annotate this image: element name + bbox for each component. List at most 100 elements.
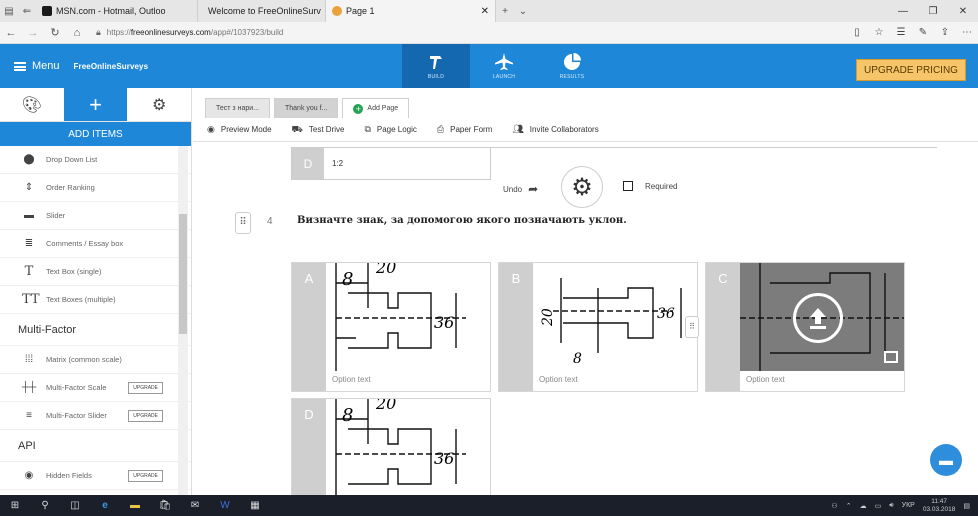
- option-text[interactable]: Option text: [332, 375, 371, 384]
- favorite-star-icon[interactable]: ☆: [868, 27, 890, 38]
- close-tab-icon[interactable]: ✕: [481, 6, 489, 17]
- option-text[interactable]: Option text: [746, 375, 785, 384]
- volume-icon[interactable]: 🔊︎: [889, 502, 893, 510]
- forward-arrow-icon[interactable]: →: [22, 27, 44, 39]
- notifications-icon[interactable]: ▤: [963, 502, 970, 510]
- option-card-b[interactable]: B 20 8 36 Option text: [498, 262, 698, 392]
- scroll-thumb[interactable]: [179, 214, 187, 334]
- set-aside-tabs-icon[interactable]: ⇐: [18, 0, 36, 22]
- battery-icon[interactable]: ▭: [875, 502, 882, 510]
- question-drag-handle[interactable]: ⠿: [235, 212, 251, 234]
- minimize-icon[interactable]: —: [888, 0, 918, 22]
- close-window-icon[interactable]: ✕: [948, 0, 978, 22]
- notes-pen-icon[interactable]: ✎: [912, 27, 934, 38]
- sidebar-item-order-ranking[interactable]: ⇕ Order Ranking: [0, 174, 191, 202]
- crop-frame-icon[interactable]: [884, 351, 898, 363]
- upgrade-badge[interactable]: UPGRADE: [128, 469, 163, 482]
- tab-launch[interactable]: LAUNCH: [470, 44, 538, 88]
- browser-tab-msn[interactable]: MSN.com - Hotmail, Outloo: [36, 0, 198, 22]
- hammer-icon: [430, 56, 442, 69]
- search-icon[interactable]: ⚲: [30, 495, 60, 516]
- page-tab-1[interactable]: Тест з нари...: [205, 98, 270, 118]
- page-tab-2[interactable]: Thank you f...: [273, 98, 339, 118]
- card-resize-grip[interactable]: ⠿: [685, 316, 699, 338]
- logo[interactable]: FreeOnlineSurveys: [74, 62, 149, 71]
- language-indicator[interactable]: УКР: [902, 502, 915, 509]
- windows-start-icon[interactable]: ⊞: [0, 495, 30, 516]
- clock[interactable]: 11:47 03.03.2018: [923, 498, 956, 514]
- prev-option-d[interactable]: D 1:2: [291, 148, 491, 180]
- comments-icon: ≣: [24, 238, 34, 249]
- test-drive-button[interactable]: ⛟ Test Drive: [292, 124, 345, 136]
- sidebar-item-multi-slider[interactable]: ≡ Multi-Factor Slider UPGRADE: [0, 402, 191, 430]
- back-arrow-icon[interactable]: ←: [0, 27, 22, 39]
- upload-image-button[interactable]: [793, 293, 843, 343]
- question-settings-button[interactable]: ⚙: [561, 166, 603, 208]
- sidebar-item-comments[interactable]: ≣ Comments / Essay box: [0, 230, 191, 258]
- tray-chevron-icon[interactable]: ⌃: [846, 502, 852, 510]
- tab-build[interactable]: BUILD: [402, 44, 470, 88]
- sidebar-scrollbar[interactable]: [178, 146, 188, 495]
- required-checkbox[interactable]: [623, 181, 633, 191]
- browser-tab-welcome[interactable]: Welcome to FreeOnlineSurv: [198, 0, 326, 22]
- home-icon[interactable]: ⌂: [66, 27, 88, 39]
- undo-button[interactable]: Undo ➦: [503, 182, 538, 196]
- maximize-icon[interactable]: ❐: [918, 0, 948, 22]
- sidebar-item-multi-scale[interactable]: ┼┼ Multi-Factor Scale UPGRADE: [0, 374, 191, 402]
- item-list: ⬤ Drop Down List ⇕ Order Ranking ▬ Slide…: [0, 146, 191, 490]
- network-icon[interactable]: ☁︎: [860, 502, 867, 510]
- sidebar-tab-add[interactable]: +: [63, 88, 128, 121]
- page-logic-button[interactable]: ⧉ Page Logic: [364, 124, 416, 135]
- survey-canvas: D 1:2 Undo ➦ ⚙ Required ⠿ 4 Визначте зна…: [193, 142, 978, 495]
- refresh-icon[interactable]: ↻: [44, 26, 66, 39]
- word-icon[interactable]: W: [210, 495, 240, 516]
- upgrade-pricing-button[interactable]: UPGRADE PRICING: [856, 59, 966, 81]
- option-card-c[interactable]: C 20 Option text: [705, 262, 905, 392]
- option-letter: A: [292, 263, 326, 391]
- add-page-button[interactable]: + Add Page: [342, 98, 410, 118]
- file-explorer-icon[interactable]: ▬: [120, 495, 150, 516]
- upload-icon: [810, 308, 826, 329]
- sidebar-item-hidden-fields[interactable]: ◉ Hidden Fields UPGRADE: [0, 462, 191, 490]
- sidebar-tab-settings[interactable]: ⚙: [127, 88, 191, 121]
- menu-button[interactable]: Menu: [0, 60, 60, 72]
- sidebar-item-text-multiple[interactable]: TT Text Boxes (multiple): [0, 286, 191, 314]
- tab-results[interactable]: RESULTS: [538, 44, 606, 88]
- dimension-label: 20: [540, 308, 556, 327]
- sidebar-item-dropdown[interactable]: ⬤ Drop Down List: [0, 146, 191, 174]
- sidebar-item-matrix[interactable]: ⁞⁞⁞ Matrix (common scale): [0, 346, 191, 374]
- tab-overview-icon[interactable]: ▤: [0, 0, 18, 22]
- edge-icon[interactable]: e: [90, 495, 120, 516]
- more-icon[interactable]: ⋯: [956, 27, 978, 38]
- store-icon[interactable]: 🛍︎: [150, 495, 180, 516]
- browser-tab-label: Page 1: [346, 6, 375, 16]
- main-area: Тест з нари... Thank you f... + Add Page…: [193, 88, 978, 495]
- mail-icon[interactable]: ✉: [180, 495, 210, 516]
- people-icon[interactable]: ⚇: [831, 502, 837, 510]
- sidebar-item-slider[interactable]: ▬ Slider: [0, 202, 191, 230]
- browser-tab-page1[interactable]: Page 1 ✕: [326, 0, 496, 22]
- task-view-icon[interactable]: ◫: [60, 495, 90, 516]
- sidebar-item-text-single[interactable]: T Text Box (single): [0, 258, 191, 286]
- favorites-hub-icon[interactable]: ☰: [890, 27, 912, 38]
- invite-collaborators-button[interactable]: 👥︎ Invite Collaborators: [512, 124, 598, 135]
- paper-form-button[interactable]: ⎙ Paper Form: [437, 124, 492, 135]
- tab-results-label: RESULTS: [559, 74, 585, 80]
- tab-list-chevron-icon[interactable]: ⌄: [514, 0, 532, 22]
- required-toggle[interactable]: Required: [623, 181, 677, 191]
- matrix-icon: ⁞⁞⁞: [24, 354, 34, 365]
- url-field[interactable]: 🔒︎ https://freeonlinesurveys.com/app#/10…: [96, 27, 283, 38]
- option-card-d[interactable]: D 8 20 36: [291, 398, 491, 495]
- new-tab-icon[interactable]: +: [496, 0, 514, 22]
- reading-view-icon[interactable]: ▯: [846, 27, 868, 38]
- share-icon[interactable]: ⇪: [934, 27, 956, 38]
- option-text[interactable]: Option text: [539, 375, 578, 384]
- photos-icon[interactable]: ▦: [240, 495, 270, 516]
- option-card-a[interactable]: A 8 20 36 Option text: [291, 262, 491, 392]
- sidebar-tab-theme[interactable]: 🎨︎: [0, 88, 64, 121]
- upgrade-badge[interactable]: UPGRADE: [128, 381, 163, 394]
- question-text[interactable]: Визначте знак, за допомогою якого познач…: [297, 215, 627, 226]
- upgrade-badge[interactable]: UPGRADE: [128, 409, 163, 422]
- preview-mode-button[interactable]: ◉ Preview Mode: [207, 124, 272, 135]
- chat-button[interactable]: ▬: [930, 444, 962, 476]
